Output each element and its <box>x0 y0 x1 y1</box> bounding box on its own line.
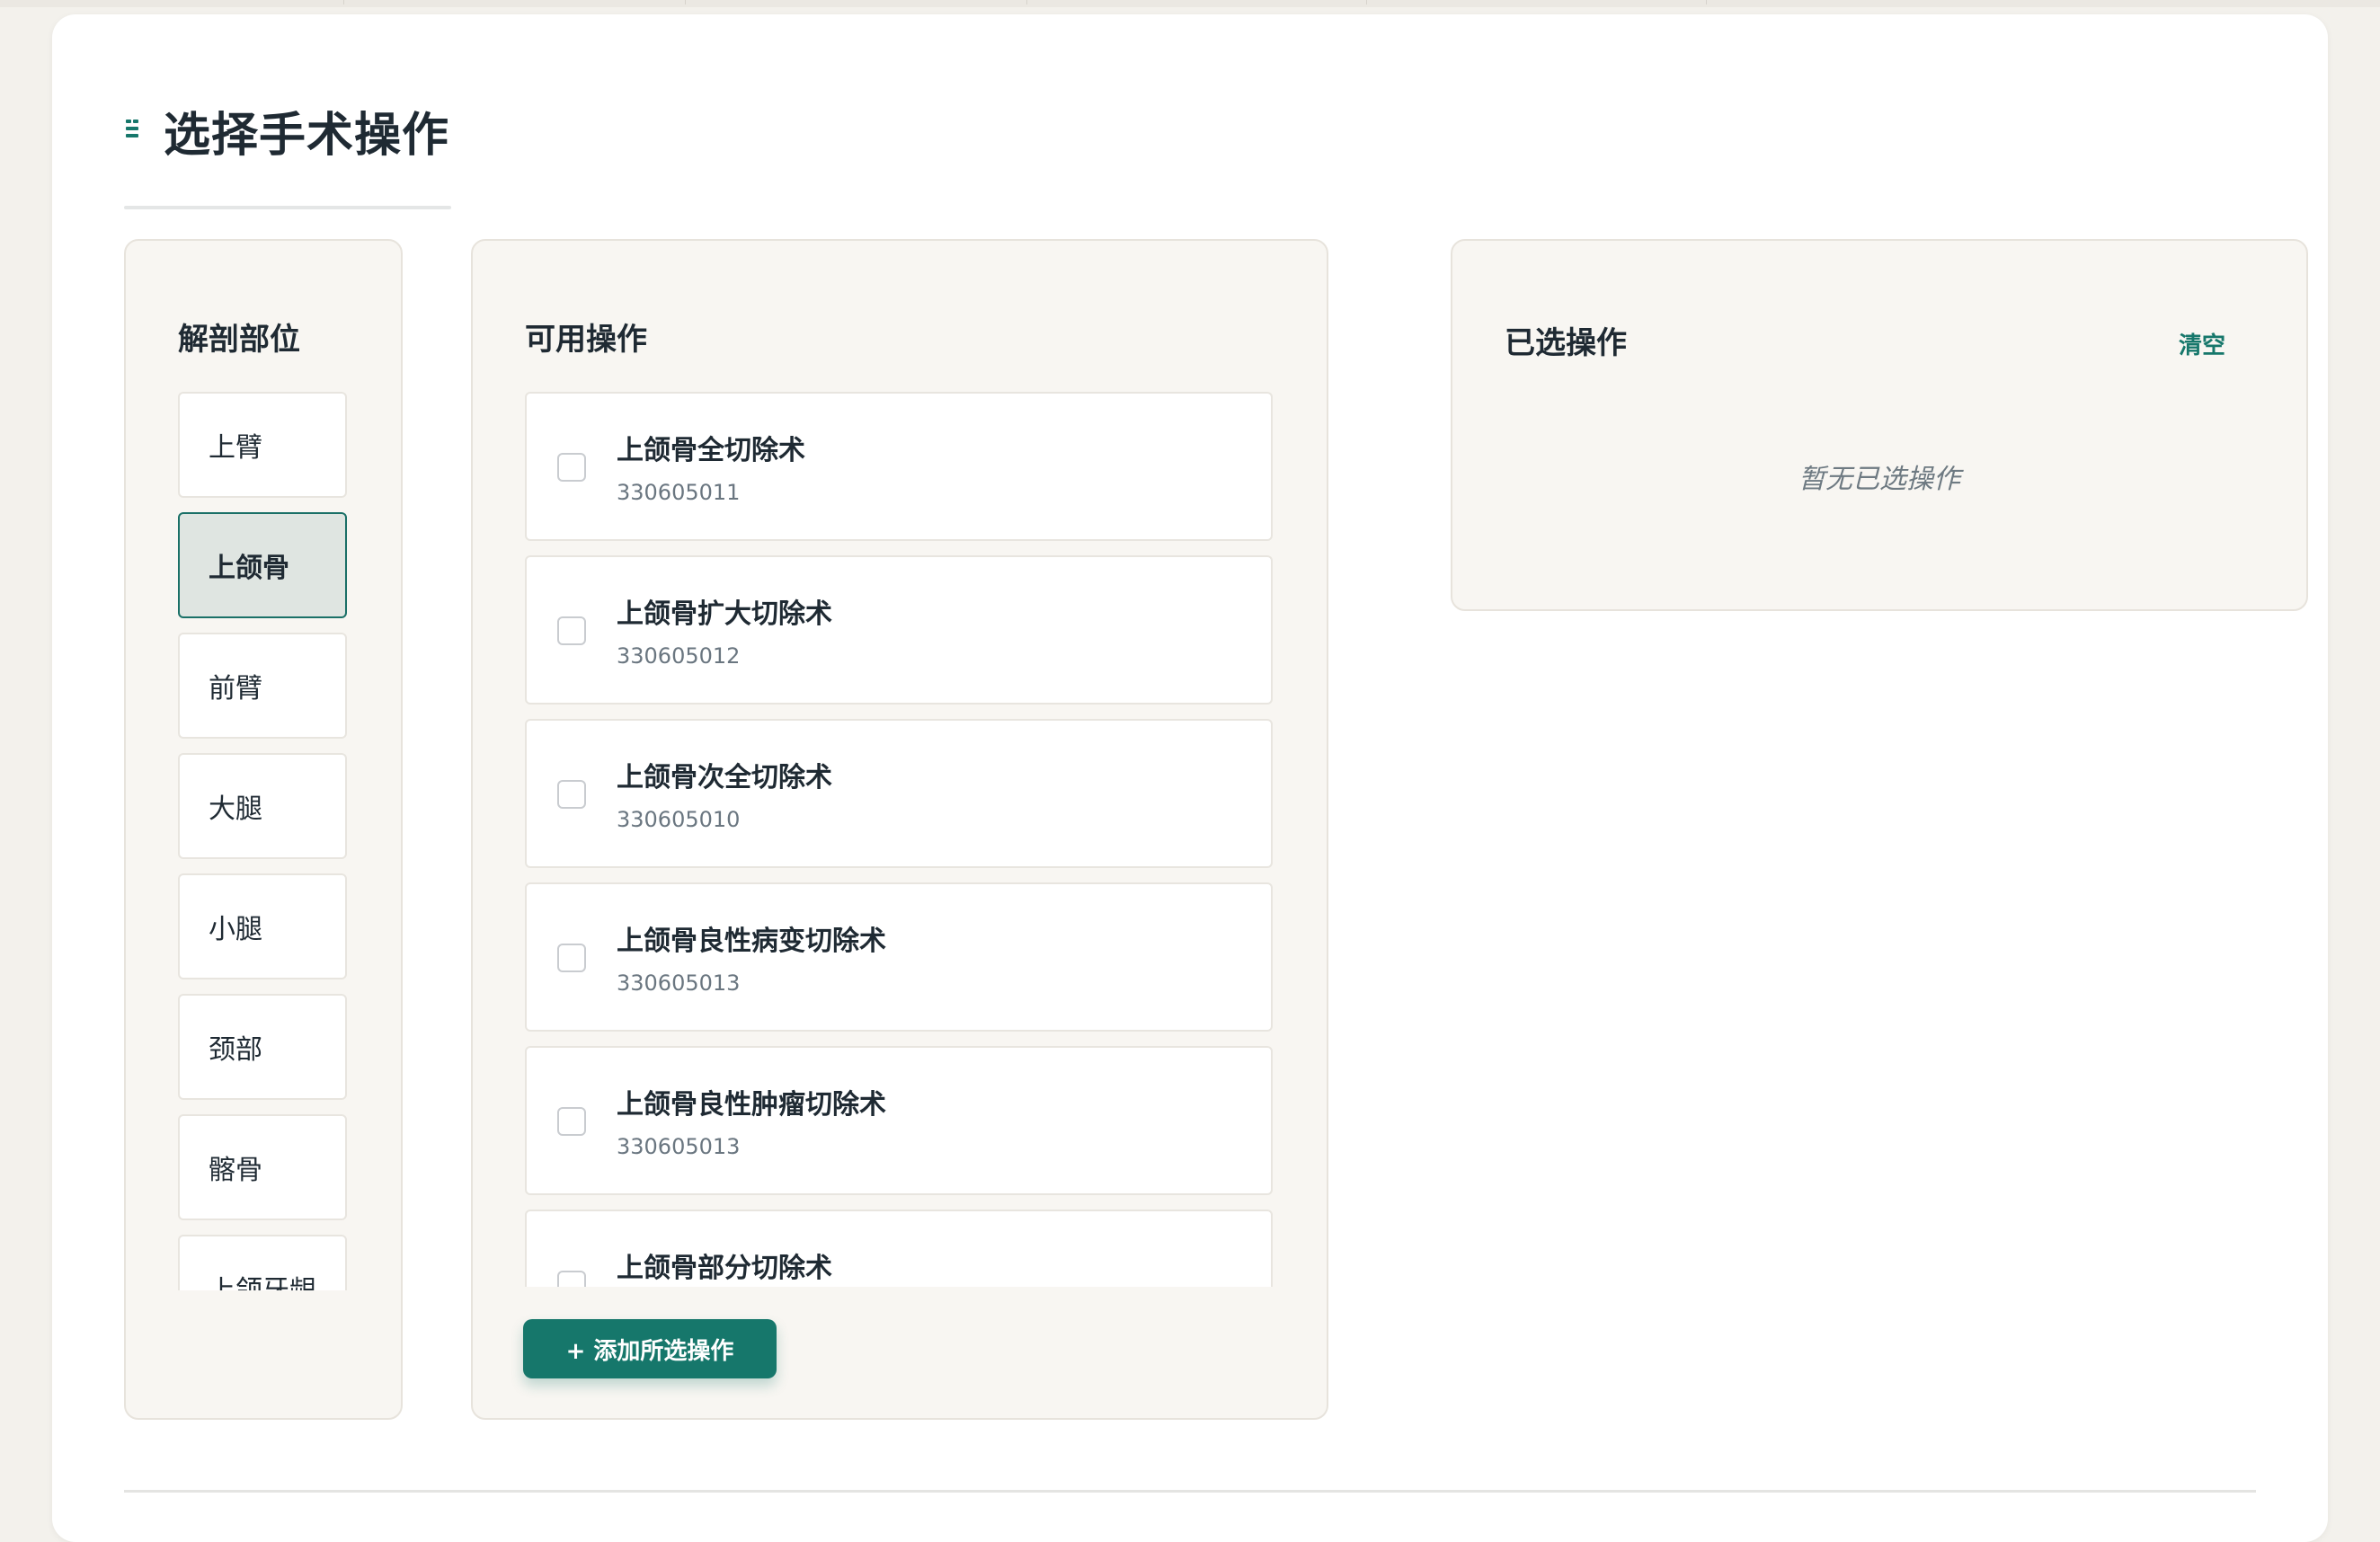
anatomy-item-label: 大腿 <box>209 793 262 825</box>
anatomy-item[interactable]: 前臂 <box>178 633 347 739</box>
op-name: 上颌骨扩大切除术 <box>617 598 832 630</box>
op-checkbox[interactable] <box>557 1271 586 1287</box>
add-selected-ops-button[interactable]: + 添加所选操作 <box>523 1319 777 1378</box>
op-item[interactable]: 上颌骨次全切除术 330605010 <box>525 719 1273 868</box>
op-code: 330605013 <box>617 1134 741 1159</box>
op-item[interactable]: 上颌骨扩大切除术 330605012 <box>525 555 1273 705</box>
bottom-divider <box>124 1490 2256 1493</box>
op-code: 330605010 <box>617 807 741 832</box>
anatomy-panel-title: 解剖部位 <box>178 322 300 358</box>
available-ops-title: 可用操作 <box>525 322 647 358</box>
op-item[interactable]: 上颌骨部分切除术 <box>525 1210 1273 1287</box>
anatomy-item-label: 上颌骨 <box>209 553 289 584</box>
op-checkbox[interactable] <box>557 1107 586 1136</box>
anatomy-panel: 解剖部位 上臂 上颌骨 前臂 大腿 小腿 颈部 髂骨 上颌牙龈 <box>124 239 403 1420</box>
list-icon <box>124 114 140 141</box>
op-checkbox[interactable] <box>557 944 586 972</box>
anatomy-item-label: 髂骨 <box>209 1155 262 1186</box>
op-checkbox[interactable] <box>557 780 586 809</box>
op-name: 上颌骨良性肿瘤切除术 <box>617 1089 886 1121</box>
selected-ops-panel: 已选操作 清空 暂无已选操作 <box>1451 239 2308 611</box>
anatomy-item-label: 小腿 <box>209 914 262 945</box>
empty-state-text: 暂无已选操作 <box>1798 464 1960 495</box>
anatomy-item[interactable]: 髂骨 <box>178 1114 347 1220</box>
op-name: 上颌骨次全切除术 <box>617 762 832 793</box>
op-code: 330605012 <box>617 643 741 669</box>
op-name: 上颌骨部分切除术 <box>617 1253 832 1284</box>
anatomy-item-selected[interactable]: 上颌骨 <box>178 512 347 618</box>
op-code: 330605011 <box>617 480 741 505</box>
op-name: 上颌骨良性病变切除术 <box>617 926 886 957</box>
anatomy-list[interactable]: 上臂 上颌骨 前臂 大腿 小腿 颈部 髂骨 上颌牙龈 <box>178 392 349 1290</box>
anatomy-item-label: 上颌牙龈 <box>209 1268 316 1290</box>
page-header: 选择手术操作 <box>124 97 449 164</box>
window-top-strip <box>0 0 2380 7</box>
anatomy-item[interactable]: 上颌牙龈 <box>178 1235 347 1290</box>
selected-ops-title: 已选操作 <box>1505 325 1627 361</box>
page-title: 选择手术操作 <box>164 108 450 163</box>
op-item[interactable]: 上颌骨全切除术 330605011 <box>525 392 1273 541</box>
title-underline <box>124 206 451 209</box>
ops-list[interactable]: 上颌骨全切除术 330605011 上颌骨扩大切除术 330605012 上颌骨… <box>525 392 1274 1287</box>
clear-button[interactable]: 清空 <box>2179 327 2225 360</box>
op-code: 330605013 <box>617 970 741 996</box>
anatomy-item[interactable]: 大腿 <box>178 753 347 859</box>
op-item[interactable]: 上颌骨良性病变切除术 330605013 <box>525 882 1273 1032</box>
op-checkbox[interactable] <box>557 616 586 645</box>
anatomy-item-label: 颈部 <box>209 1034 262 1066</box>
available-ops-panel: 可用操作 上颌骨全切除术 330605011 上颌骨扩大切除术 33060501… <box>471 239 1328 1420</box>
main-card: 选择手术操作 解剖部位 上臂 上颌骨 前臂 大腿 小腿 颈部 髂骨 上颌牙龈 可… <box>52 14 2328 1542</box>
anatomy-item[interactable]: 小腿 <box>178 873 347 979</box>
op-item[interactable]: 上颌骨良性肿瘤切除术 330605013 <box>525 1046 1273 1195</box>
op-name: 上颌骨全切除术 <box>617 435 805 466</box>
anatomy-item-label: 上臂 <box>209 432 262 464</box>
anatomy-item-label: 前臂 <box>209 673 262 705</box>
anatomy-item[interactable]: 上臂 <box>178 392 347 498</box>
anatomy-item[interactable]: 颈部 <box>178 994 347 1100</box>
op-checkbox[interactable] <box>557 453 586 482</box>
